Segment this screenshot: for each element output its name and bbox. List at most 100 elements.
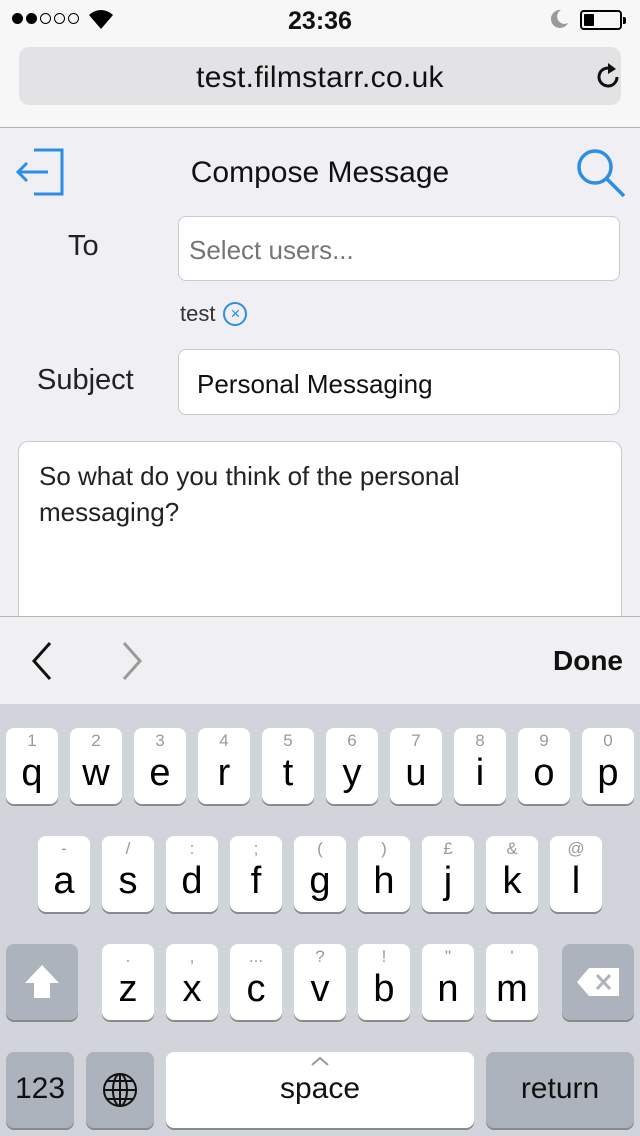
key-label: v (310, 968, 330, 1010)
key-alt-label: 2 (91, 731, 101, 750)
key-t[interactable]: 5t (262, 728, 314, 804)
key-r[interactable]: 4r (198, 728, 250, 804)
key-alt-label: 8 (475, 731, 485, 750)
key-alt-label: & (506, 839, 518, 858)
key-i[interactable]: 8i (454, 728, 506, 804)
return-key[interactable]: return (486, 1052, 634, 1128)
key-n[interactable]: " n (422, 944, 474, 1020)
key-alt-label: . (125, 947, 131, 966)
shift-key[interactable] (6, 944, 78, 1020)
to-input[interactable] (189, 235, 609, 266)
key-g[interactable]: (g (294, 836, 346, 912)
chevron-up-icon (311, 1056, 329, 1066)
previous-field-icon[interactable] (28, 639, 58, 683)
recipient-chip: test × (180, 301, 248, 327)
key-u[interactable]: 7u (390, 728, 442, 804)
key-j[interactable]: £ j (422, 836, 474, 912)
numbers-key[interactable]: 123 (6, 1052, 74, 1128)
key-o[interactable]: 9o (518, 728, 570, 804)
key-alt-label: 0 (603, 731, 613, 750)
key-alt-label: ) (381, 839, 387, 858)
key-label: f (250, 860, 262, 902)
key-alt-label: 7 (411, 731, 421, 750)
key-d[interactable]: :d (166, 836, 218, 912)
subject-label: Subject (37, 364, 134, 396)
key-label: i (475, 752, 485, 794)
space-key[interactable]: space (166, 1052, 474, 1128)
backspace-icon (577, 968, 619, 996)
search-icon[interactable] (574, 146, 628, 200)
key-p[interactable]: 0p (582, 728, 634, 804)
key-l[interactable]: @ l (550, 836, 602, 912)
key-h[interactable]: ) h (358, 836, 410, 912)
key-alt-label: ' (510, 947, 514, 966)
key-alt-label: @ (567, 839, 585, 858)
key-label: c (246, 968, 266, 1010)
key-s[interactable]: / s (102, 836, 154, 912)
key-a[interactable]: -a (38, 836, 90, 912)
key-label: o (533, 752, 555, 794)
keyboard: 1q2w3e4r5t6y7u8i9o0p - a / s: d; f(g) h £ j & k @ l … (0, 704, 640, 1136)
key-label: b (373, 968, 395, 1010)
globe-key[interactable] (86, 1052, 154, 1128)
key-alt-label: £ (443, 839, 453, 858)
key-label: w (82, 752, 110, 794)
key-label: q (21, 752, 43, 794)
key-alt-label: / (125, 839, 131, 858)
key-z[interactable]: .z (102, 944, 154, 1020)
compose-screen: Compose Message To test × Subject Person… (0, 129, 640, 616)
key-c[interactable]: ... c (230, 944, 282, 1020)
key-x[interactable]: ,x (166, 944, 218, 1020)
key-alt-label: 3 (155, 731, 165, 750)
key-y[interactable]: 6y (326, 728, 378, 804)
key-k[interactable]: & k (486, 836, 538, 912)
key-f[interactable]: ; f (230, 836, 282, 912)
key-alt-label: ( (317, 839, 323, 858)
message-body-field[interactable]: So what do you think of the personal mes… (18, 441, 622, 616)
key-label: p (597, 752, 619, 794)
key-v[interactable]: ? v (294, 944, 346, 1020)
key-label: y (342, 752, 362, 794)
key-label: m (496, 968, 528, 1010)
key-alt-label: " (444, 947, 452, 966)
key-label: u (405, 752, 427, 794)
key-label: r (217, 752, 231, 794)
status-bar: 23:36 (0, 0, 640, 40)
key-w[interactable]: 2w (70, 728, 122, 804)
key-label: a (53, 860, 75, 902)
key-label: l (571, 860, 581, 902)
done-button[interactable]: Done (553, 645, 623, 677)
key-label: s (118, 860, 138, 902)
to-field[interactable] (178, 216, 620, 281)
key-label: d (181, 860, 203, 902)
key-alt-label: 1 (27, 731, 37, 750)
key-label: e (149, 752, 171, 794)
globe-icon (103, 1073, 137, 1107)
key-label: t (282, 752, 294, 794)
address-bar[interactable]: test.filmstarr.co.uk (19, 47, 621, 105)
key-label: x (182, 968, 202, 1010)
key-alt-label: ; (253, 839, 259, 858)
message-body-text[interactable]: So what do you think of the personal mes… (39, 458, 599, 530)
remove-recipient-icon[interactable]: × (223, 302, 248, 326)
key-alt-label: 6 (347, 731, 357, 750)
key-m[interactable]: ' m (486, 944, 538, 1020)
key-b[interactable]: ! b (358, 944, 410, 1020)
key-alt-label: ? (315, 947, 325, 966)
status-time: 23:36 (288, 7, 352, 35)
subject-field[interactable]: Personal Messaging (178, 349, 620, 415)
key-q[interactable]: 1q (6, 728, 58, 804)
key-label: h (373, 860, 395, 902)
next-field-icon[interactable] (116, 639, 146, 683)
key-e[interactable]: 3e (134, 728, 186, 804)
url-text[interactable]: test.filmstarr.co.uk (19, 61, 621, 95)
key-alt-label: 4 (219, 731, 229, 750)
reload-icon[interactable] (593, 62, 623, 92)
key-alt-label: ... (248, 947, 264, 966)
key-label: n (437, 968, 459, 1010)
subject-value[interactable]: Personal Messaging (197, 369, 433, 400)
shift-icon (25, 965, 59, 998)
backspace-key[interactable] (562, 944, 634, 1020)
key-alt-label: , (189, 947, 195, 966)
key-alt-label: - (61, 839, 67, 858)
